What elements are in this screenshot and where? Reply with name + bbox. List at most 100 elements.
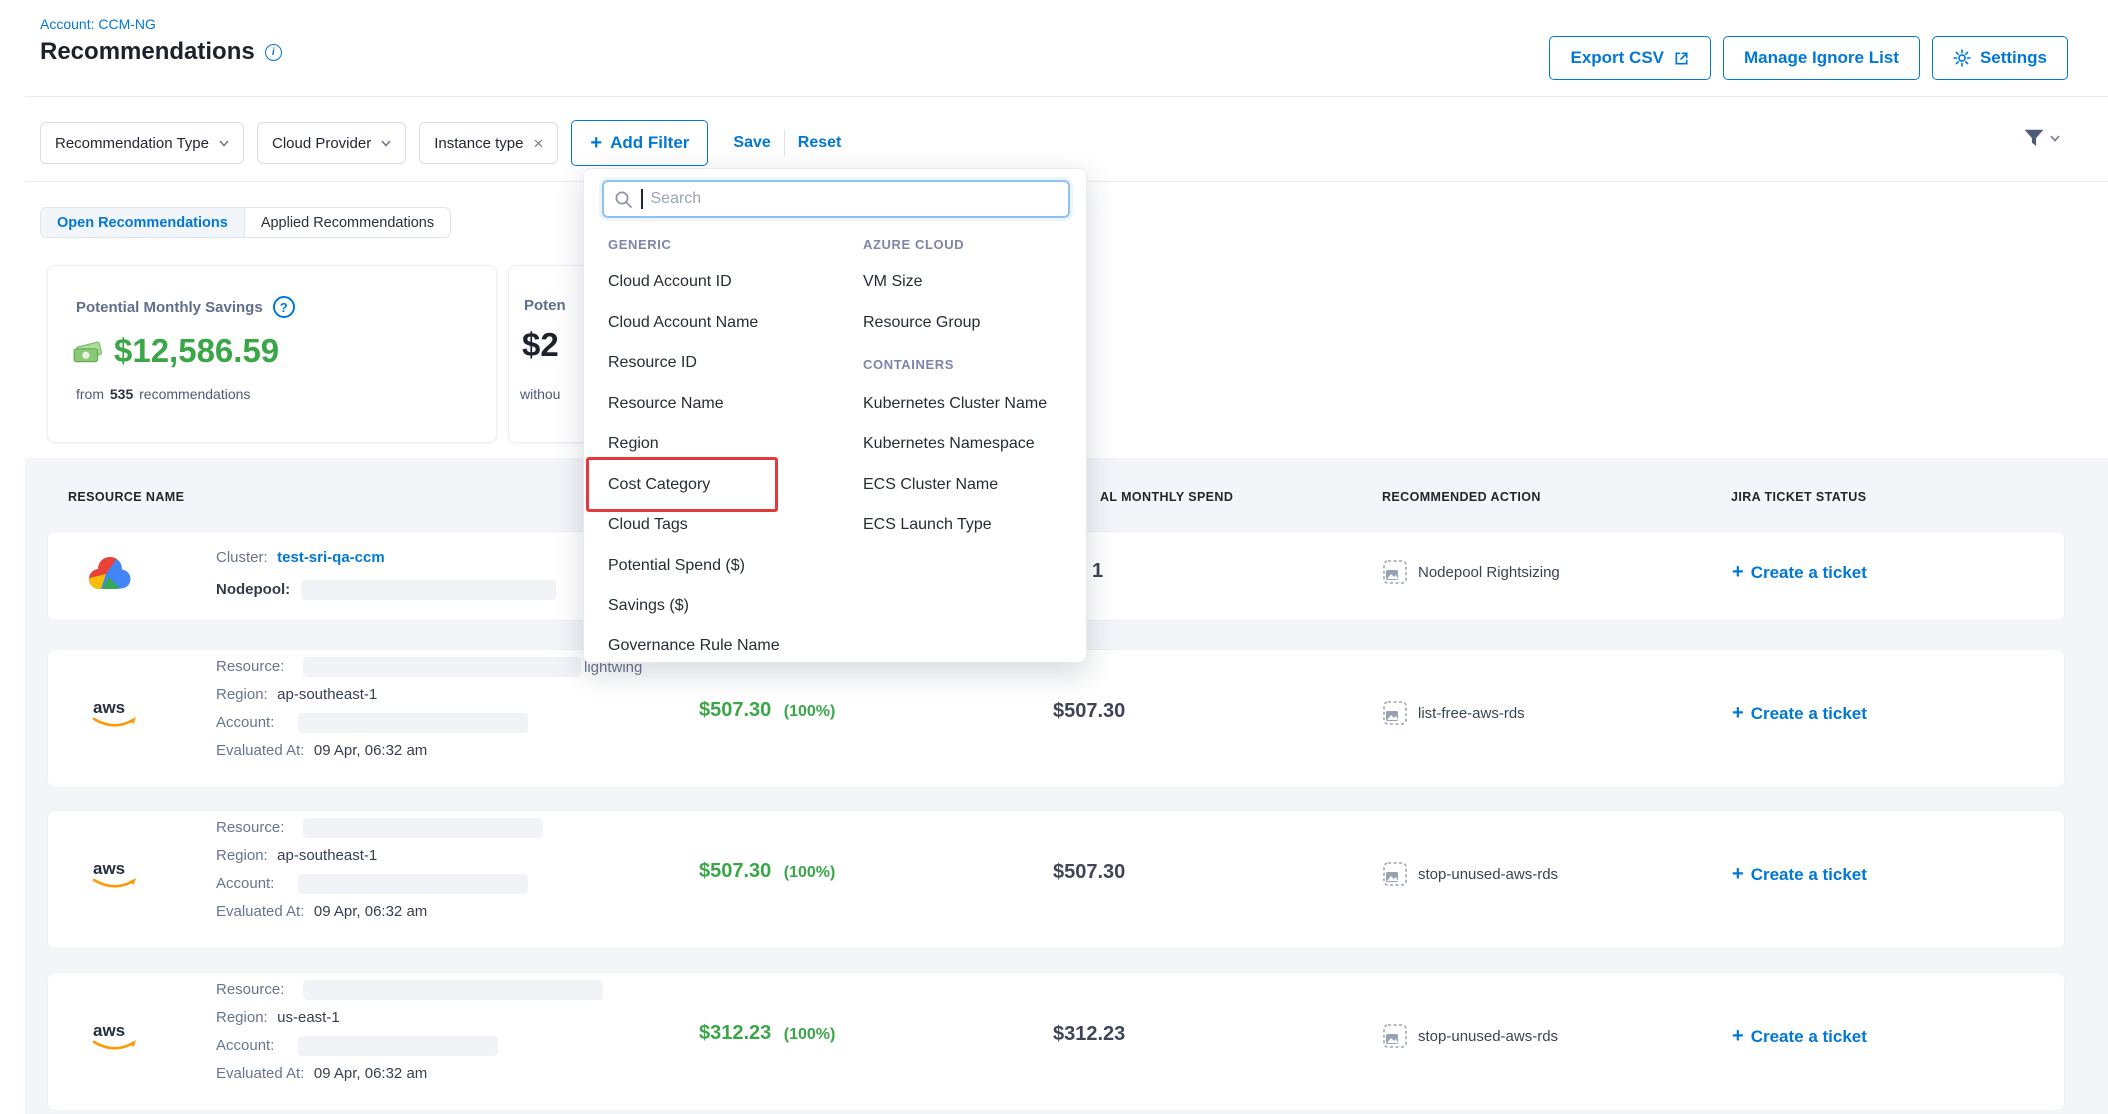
header-actions: Export CSV Manage Ignore List Settings bbox=[1549, 36, 2068, 80]
create-ticket-label: Create a ticket bbox=[1751, 1027, 1867, 1047]
redacted-resource-value bbox=[303, 657, 581, 677]
add-filter-button[interactable]: + Add Filter bbox=[571, 120, 708, 166]
region-value: ap-southeast-1 bbox=[277, 686, 377, 703]
add-filter-dropdown: GENERIC Cloud Account ID Cloud Account N… bbox=[583, 168, 1087, 663]
save-filter-button[interactable]: Save bbox=[733, 134, 770, 152]
region-value: ap-southeast-1 bbox=[277, 847, 377, 864]
filter-option-cloud-tags[interactable]: Cloud Tags bbox=[608, 516, 688, 534]
account-line: Account: bbox=[216, 1037, 279, 1055]
resource-label: Resource: bbox=[216, 658, 284, 675]
table-row[interactable]: aws Resource: lightwing Region: ap-south… bbox=[47, 649, 2065, 788]
create-ticket-button[interactable]: + Create a ticket bbox=[1732, 1025, 1867, 1048]
settings-button[interactable]: Settings bbox=[1932, 36, 2068, 80]
kebab-menu-icon[interactable] bbox=[2017, 861, 2025, 887]
page-title: Recommendations bbox=[40, 38, 255, 66]
export-csv-label: Export CSV bbox=[1570, 48, 1664, 68]
add-filter-label: Add Filter bbox=[610, 133, 689, 153]
evaluated-at-value: 09 Apr, 06:32 am bbox=[314, 742, 427, 759]
filter-option-resource-group[interactable]: Resource Group bbox=[863, 314, 980, 332]
filter-chip-cloud-provider[interactable]: Cloud Provider bbox=[257, 122, 406, 164]
aws-icon: aws bbox=[89, 695, 139, 731]
filter-option-potential-spend[interactable]: Potential Spend ($) bbox=[608, 557, 745, 575]
evaluated-at-label: Evaluated At: bbox=[216, 1065, 304, 1082]
filter-option-ecs-cluster-name[interactable]: ECS Cluster Name bbox=[863, 476, 998, 494]
account-label: Account: bbox=[216, 875, 274, 892]
recommendations-tabs: Open Recommendations Applied Recommendat… bbox=[40, 207, 451, 238]
filter-option-kubernetes-cluster-name[interactable]: Kubernetes Cluster Name bbox=[863, 395, 1047, 413]
chip-label: Cloud Provider bbox=[272, 135, 371, 152]
filter-option-savings[interactable]: Savings ($) bbox=[608, 597, 689, 615]
breadcrumb[interactable]: Account: CCM-NG bbox=[40, 16, 156, 32]
recommended-action-cell: stop-unused-aws-rds bbox=[1383, 862, 1558, 886]
recommended-action-cell: Nodepool Rightsizing bbox=[1383, 560, 1560, 584]
kebab-menu-icon[interactable] bbox=[2017, 1023, 2025, 1049]
monthly-spend-value: $507.30 bbox=[1053, 861, 1125, 884]
cluster-line: Cluster: test-sri-qa-ccm bbox=[216, 549, 385, 567]
dropdown-search[interactable] bbox=[602, 180, 1070, 218]
savings-value: $507.30 bbox=[699, 860, 771, 882]
search-input[interactable] bbox=[651, 190, 1059, 208]
monthly-savings-cell: $507.30 (100%) bbox=[699, 860, 835, 883]
potential-monthly-savings-card: Potential Monthly Savings ? $12,586.59 f… bbox=[47, 265, 497, 443]
help-icon[interactable]: ? bbox=[273, 296, 295, 318]
plus-icon: + bbox=[1732, 561, 1744, 584]
filter-option-vm-size[interactable]: VM Size bbox=[863, 273, 923, 291]
filter-panel-toggle[interactable] bbox=[2023, 128, 2060, 148]
aws-icon: aws bbox=[89, 856, 139, 892]
filter-option-resource-name[interactable]: Resource Name bbox=[608, 395, 724, 413]
region-line: Region: us-east-1 bbox=[216, 1009, 340, 1027]
broken-image-icon bbox=[1383, 862, 1407, 886]
info-icon[interactable]: i bbox=[265, 44, 282, 61]
manage-ignore-list-button[interactable]: Manage Ignore List bbox=[1723, 36, 1920, 80]
resource-line: Resource: bbox=[216, 981, 289, 999]
kebab-menu-icon[interactable] bbox=[2017, 700, 2025, 726]
column-header-recommended-action: RECOMMENDED ACTION bbox=[1382, 490, 1541, 504]
reset-filter-button[interactable]: Reset bbox=[798, 134, 842, 152]
column-header-resource-name: RESOURCE NAME bbox=[68, 490, 184, 504]
recommended-action-label: stop-unused-aws-rds bbox=[1418, 866, 1558, 883]
filter-option-cloud-account-name[interactable]: Cloud Account Name bbox=[608, 314, 758, 332]
savings-subtext: from 535 recommendations bbox=[76, 386, 250, 402]
table-row[interactable]: aws Resource: Region: us-east-1 Account:… bbox=[47, 972, 2065, 1111]
region-line: Region: ap-southeast-1 bbox=[216, 686, 377, 704]
filter-chip-instance-type[interactable]: Instance type × bbox=[419, 122, 558, 164]
filter-option-ecs-launch-type[interactable]: ECS Launch Type bbox=[863, 516, 992, 534]
column-header-monthly-spend: AL MONTHLY SPEND bbox=[1100, 490, 1233, 504]
create-ticket-button[interactable]: + Create a ticket bbox=[1732, 561, 1867, 584]
evaluated-at-label: Evaluated At: bbox=[216, 903, 304, 920]
filter-option-kubernetes-namespace[interactable]: Kubernetes Namespace bbox=[863, 435, 1035, 453]
settings-label: Settings bbox=[1980, 48, 2047, 68]
broken-image-icon bbox=[1383, 1024, 1407, 1048]
filter-chip-recommendation-type[interactable]: Recommendation Type bbox=[40, 122, 244, 164]
filter-option-region[interactable]: Region bbox=[608, 435, 659, 453]
money-icon bbox=[72, 337, 104, 365]
savings-subtext-prefix: from bbox=[76, 386, 104, 402]
filter-option-governance-rule-name[interactable]: Governance Rule Name bbox=[608, 637, 780, 655]
recommended-action-cell: stop-unused-aws-rds bbox=[1383, 1024, 1558, 1048]
broken-image-icon bbox=[1383, 701, 1407, 725]
tab-open-recommendations[interactable]: Open Recommendations bbox=[41, 208, 245, 237]
redacted-resource-value bbox=[303, 980, 603, 1000]
region-label: Region: bbox=[216, 847, 268, 864]
account-label: Account: bbox=[216, 714, 274, 731]
monthly-spend-fragment: 1 bbox=[1092, 560, 1103, 583]
page-title-row: Recommendations i bbox=[40, 38, 282, 66]
resource-label: Resource: bbox=[216, 819, 284, 836]
savings-value: $312.23 bbox=[699, 1022, 771, 1044]
chip-label: Recommendation Type bbox=[55, 135, 209, 152]
create-ticket-button[interactable]: + Create a ticket bbox=[1732, 702, 1867, 725]
tab-applied-recommendations[interactable]: Applied Recommendations bbox=[245, 208, 450, 237]
export-csv-button[interactable]: Export CSV bbox=[1549, 36, 1711, 80]
create-ticket-label: Create a ticket bbox=[1751, 563, 1867, 583]
filter-option-cloud-account-id[interactable]: Cloud Account ID bbox=[608, 273, 732, 291]
create-ticket-button[interactable]: + Create a ticket bbox=[1732, 863, 1867, 886]
monthly-savings-cell: $507.30 (100%) bbox=[699, 699, 835, 722]
spend-subtext-fragment: withou bbox=[520, 386, 560, 402]
monthly-savings-cell: $312.23 (100%) bbox=[699, 1022, 835, 1045]
recommended-action-cell: list-free-aws-rds bbox=[1383, 701, 1525, 725]
filter-option-resource-id[interactable]: Resource ID bbox=[608, 354, 697, 372]
table-row[interactable]: aws Resource: Region: ap-southeast-1 Acc… bbox=[47, 810, 2065, 949]
cluster-link[interactable]: test-sri-qa-ccm bbox=[277, 549, 385, 566]
close-icon[interactable]: × bbox=[533, 135, 543, 152]
kebab-menu-icon[interactable] bbox=[2017, 558, 2025, 584]
